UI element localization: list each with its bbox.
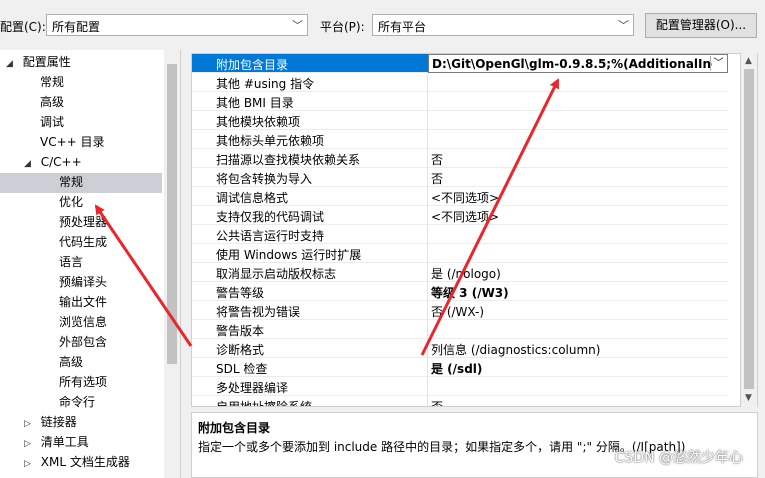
- arrow-to-include-dir: [420, 78, 560, 356]
- annotation-arrows: [94, 78, 560, 356]
- arrow-to-cpp-general: [94, 204, 193, 347]
